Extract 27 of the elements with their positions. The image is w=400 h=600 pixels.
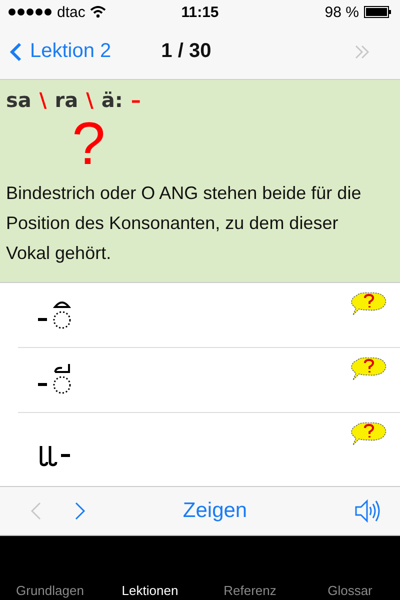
syllable-text: \ — [86, 88, 94, 112]
question-bubble-icon[interactable] — [350, 357, 388, 383]
syllable-text: – — [130, 88, 141, 112]
chevron-right-icon[interactable] — [74, 501, 86, 521]
page-counter: 1 / 30 — [161, 40, 212, 63]
syllable-text: ä: — [101, 88, 123, 112]
speaker-icon[interactable] — [354, 498, 382, 524]
question-bubble-icon[interactable] — [350, 422, 388, 448]
battery-percent: 98 % — [324, 4, 359, 20]
battery-icon — [364, 6, 392, 18]
syllable-text: sa — [6, 88, 32, 112]
question-mark: ? — [72, 112, 106, 176]
clock-time: 11:15 — [181, 4, 219, 20]
tab[interactable]: Referenz — [200, 583, 300, 598]
back-button[interactable]: Lektion 2 — [10, 40, 112, 63]
wifi-icon — [90, 6, 106, 18]
syllable-text: \ — [39, 88, 47, 112]
carrier-name: dtac — [57, 4, 86, 20]
chevron-left-icon — [10, 42, 22, 62]
tab[interactable]: Glossar — [300, 583, 400, 598]
tab[interactable]: Grundlagen — [0, 583, 100, 598]
tab[interactable]: Lektionen — [100, 583, 200, 598]
question-bubble-icon[interactable] — [350, 292, 388, 318]
signal-icon — [8, 8, 52, 16]
syllable-text: ra — [54, 88, 78, 112]
explanation-text: Bindestrich oder O ANG stehen beide für die Position des Konsonanten, zu dem dieser Vokal gehört. — [6, 182, 362, 265]
vowel-sign-drawing — [38, 444, 72, 466]
